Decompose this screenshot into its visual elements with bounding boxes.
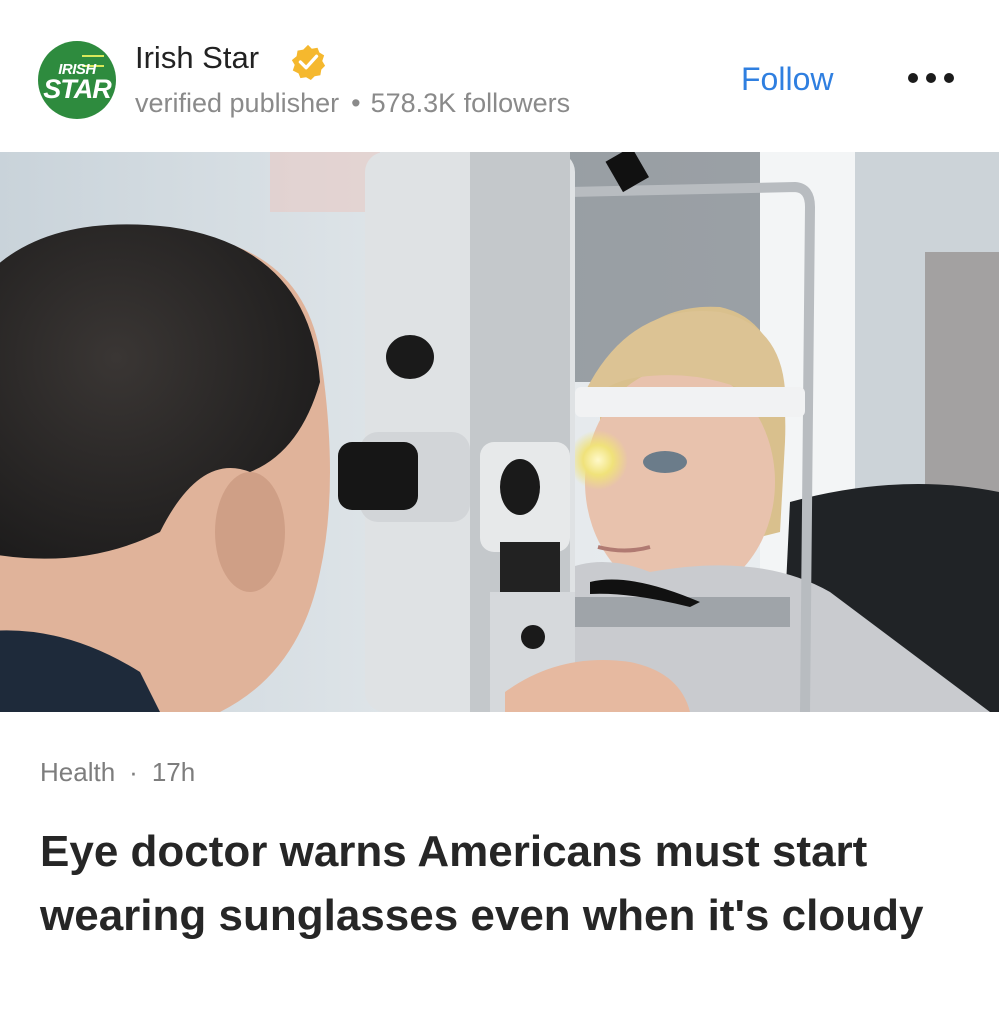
more-dot: [908, 73, 918, 83]
follow-button[interactable]: Follow: [741, 61, 833, 98]
verified-badge-icon: [291, 44, 326, 81]
eye-exam-illustration: [0, 152, 999, 712]
publisher-header: IRISH STAR Irish Star verified publisher…: [0, 0, 999, 152]
publisher-logo[interactable]: IRISH STAR: [38, 41, 116, 119]
logo-text-bottom: STAR: [43, 74, 112, 104]
more-options-icon[interactable]: [906, 68, 956, 88]
meta-separator: •: [351, 88, 361, 118]
publisher-name[interactable]: Irish Star: [135, 40, 259, 76]
publisher-meta: verified publisher • 578.3K followers: [135, 88, 570, 119]
follower-count: 578.3K followers: [370, 88, 571, 118]
meta-separator: ·: [129, 757, 138, 787]
article-age: 17h: [151, 757, 196, 787]
article-image[interactable]: [0, 152, 999, 712]
publisher-label: verified publisher: [135, 88, 340, 118]
article-headline[interactable]: Eye doctor warns Americans must start we…: [40, 820, 970, 948]
article-category[interactable]: Health: [40, 757, 115, 787]
more-dot: [926, 73, 936, 83]
more-dot: [944, 73, 954, 83]
article-meta: Health · 17h: [40, 757, 195, 788]
